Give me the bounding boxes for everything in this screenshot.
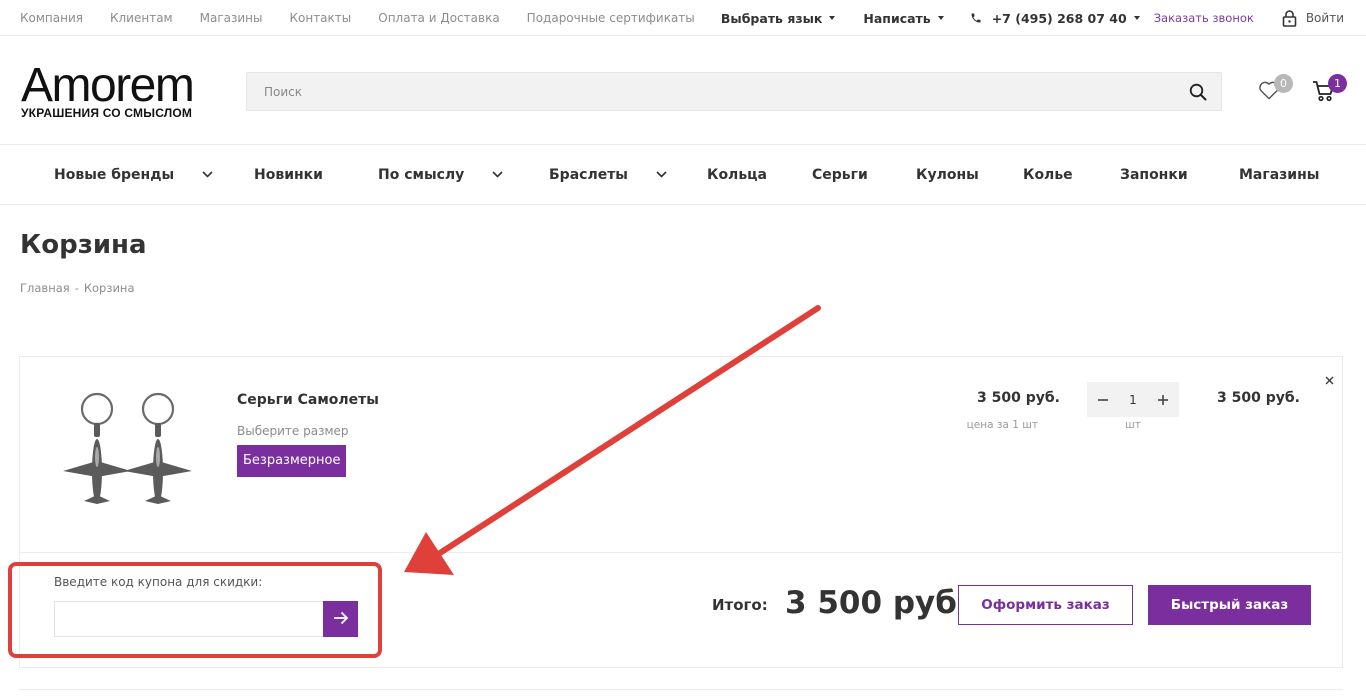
close-icon[interactable]: [1322, 373, 1336, 387]
nav-item-pendants[interactable]: Кулоны: [916, 145, 979, 204]
unit-price-note: цена за 1 шт: [966, 419, 1038, 431]
chevron-down-icon: [492, 171, 503, 178]
nav-item-necklaces[interactable]: Колье: [1023, 145, 1073, 204]
language-dropdown[interactable]: Выбрать язык: [721, 11, 836, 26]
top-link-stores[interactable]: Магазины: [200, 11, 263, 25]
top-link-contacts[interactable]: Контакты: [289, 11, 351, 25]
wishlist-button[interactable]: 0: [1258, 74, 1293, 104]
nav-item-label: Серьги: [812, 166, 868, 183]
basket-item-row: Серьги Самолеты Выберите размер Безразме…: [20, 357, 1342, 553]
size-option-selected[interactable]: Безразмерное: [237, 445, 347, 477]
nav-item-by-meaning[interactable]: По смыслу: [378, 145, 503, 204]
nav-item-rings[interactable]: Кольца: [707, 145, 767, 204]
logo[interactable]: Amorem УКРАШЕНИЯ СО СМЫСЛОМ: [21, 62, 221, 124]
nav-item-label: Новые бренды: [54, 166, 175, 183]
top-right: Выбрать язык Написать +7 (495) 268 07 40…: [721, 0, 1344, 36]
nav-item-stores[interactable]: Магазины: [1239, 145, 1319, 204]
top-links: Компания Клиентам Магазины Контакты Опла…: [20, 0, 722, 36]
logo-tagline: УКРАШЕНИЯ СО СМЫСЛОМ: [21, 106, 193, 120]
nav-item-label: Браслеты: [549, 166, 628, 183]
write-label: Написать: [863, 10, 931, 26]
minus-icon[interactable]: [1095, 392, 1111, 408]
breadcrumb-current: Корзина: [83, 281, 135, 295]
cart-button[interactable]: 1: [1312, 74, 1347, 106]
unit-price: 3 500 руб.: [977, 390, 1060, 406]
nav-item-new-brands[interactable]: Новые бренды: [54, 145, 213, 204]
phone-icon: [970, 12, 982, 24]
cart-count-badge: 1: [1328, 74, 1347, 93]
breadcrumb-home[interactable]: Главная: [20, 281, 70, 295]
nav-item-new-arrivals[interactable]: Новинки: [254, 145, 323, 204]
nav-item-label: Кольца: [707, 166, 767, 183]
login-link[interactable]: Войти: [1306, 11, 1344, 25]
line-total: 3 500 руб.: [1217, 390, 1300, 406]
caret-down-icon: [1133, 16, 1140, 20]
page-title: Корзина: [20, 230, 147, 260]
quantity-stepper: 1: [1087, 382, 1179, 417]
lock-icon[interactable]: [1282, 9, 1297, 27]
phone-number: +7 (495) 268 07 40: [991, 10, 1127, 26]
plus-icon[interactable]: [1155, 392, 1171, 408]
callback-link[interactable]: Заказать звонок: [1154, 11, 1254, 25]
logo-wordmark: Amorem: [21, 59, 195, 112]
chevron-down-icon: [656, 171, 667, 178]
search-icon[interactable]: [1189, 83, 1207, 105]
breadcrumb-separator: -: [74, 281, 79, 295]
wishlist-count-badge: 0: [1274, 74, 1293, 93]
nav-item-label: Магазины: [1239, 166, 1320, 183]
phone-dropdown[interactable]: +7 (495) 268 07 40: [992, 11, 1140, 26]
main-nav: Новые бренды Новинки По смыслу Браслеты …: [0, 144, 1366, 205]
nav-item-label: Новинки: [254, 166, 323, 183]
nav-item-earrings[interactable]: Серьги: [812, 145, 868, 204]
search-bar: [246, 72, 1222, 111]
top-bar: Компания Клиентам Магазины Контакты Опла…: [0, 0, 1366, 36]
fast-order-button[interactable]: Быстрый заказ: [1148, 585, 1311, 625]
divider: [19, 689, 1343, 690]
caret-down-icon: [829, 16, 836, 20]
nav-item-label: Колье: [1023, 166, 1073, 183]
nav-item-label: По смыслу: [378, 166, 465, 183]
write-dropdown[interactable]: Написать: [863, 10, 944, 26]
product-image[interactable]: [60, 387, 200, 517]
quantity-value[interactable]: 1: [1129, 393, 1137, 407]
product-name[interactable]: Серьги Самолеты: [237, 392, 379, 408]
language-label: Выбрать язык: [720, 10, 823, 26]
top-link-company[interactable]: Компания: [20, 11, 83, 25]
chevron-down-icon: [202, 171, 213, 178]
caret-down-icon: [937, 16, 944, 20]
top-link-clients[interactable]: Клиентам: [110, 11, 173, 25]
top-link-gift-certificates[interactable]: Подарочные сертификаты: [527, 11, 695, 25]
nav-item-label: Кулоны: [916, 166, 979, 183]
total-label: Итого:: [712, 596, 768, 614]
nav-item-cufflinks[interactable]: Запонки: [1120, 145, 1188, 204]
top-link-payment-delivery[interactable]: Оплата и Доставка: [378, 11, 499, 25]
total-value: 3 500 руб.: [785, 585, 969, 621]
nav-item-bracelets[interactable]: Браслеты: [549, 145, 667, 204]
nav-item-label: Запонки: [1120, 166, 1188, 183]
checkout-button[interactable]: Оформить заказ: [958, 585, 1133, 625]
quantity-unit: шт: [1125, 419, 1141, 431]
search-input[interactable]: [247, 73, 1147, 110]
size-label: Выберите размер: [237, 424, 349, 438]
annotation-highlight-box: [8, 562, 382, 658]
breadcrumb: Главная - Корзина: [20, 281, 135, 295]
